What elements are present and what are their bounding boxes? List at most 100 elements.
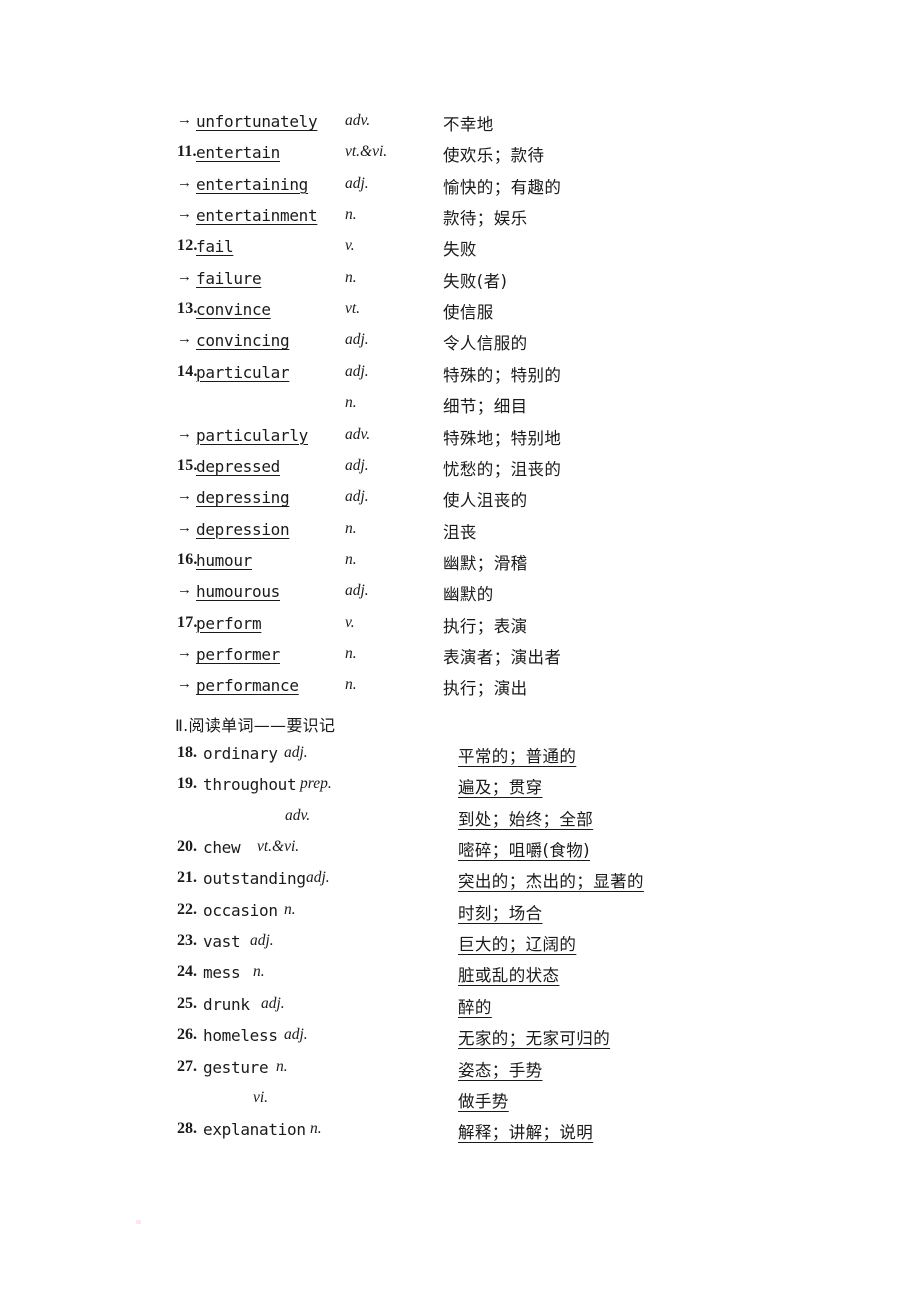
- chinese-meaning: 嘧碎；咀嚼(食物): [458, 841, 590, 861]
- part-of-speech: n.: [345, 206, 357, 224]
- part-of-speech: adv.: [285, 806, 311, 824]
- chinese-meaning: 表演者；演出者: [443, 647, 562, 667]
- part-of-speech: adj.: [284, 744, 308, 761]
- section-heading-reading-words: Ⅱ.阅读单词——要识记: [175, 716, 336, 735]
- scan-artifact: [136, 1220, 141, 1224]
- entry-number: 15.: [177, 456, 198, 474]
- part-of-speech: adj.: [345, 331, 369, 349]
- chinese-meaning: 细节；细目: [443, 397, 528, 417]
- entry-number: 12.: [177, 237, 198, 255]
- headword: homeless: [203, 1026, 278, 1046]
- word-entry-row: 17. perform v. 执行；表演: [0, 614, 920, 645]
- entry-number: 26.: [177, 1026, 197, 1044]
- part-of-speech: n.: [284, 900, 296, 918]
- part-of-speech: vt.&vi.: [345, 143, 388, 161]
- entry-number: 17.: [177, 613, 198, 631]
- word-entry-row: 19. throughout prep. 遍及；贯穿: [0, 775, 920, 806]
- part-of-speech: adj.: [261, 994, 285, 1012]
- headword: throughout: [203, 775, 297, 795]
- part-of-speech: n.: [345, 644, 357, 662]
- derivation-arrow-icon: →: [177, 331, 193, 348]
- derivation-arrow-icon: →: [177, 206, 193, 223]
- word-entry-row: → performance n. 执行；演出: [0, 676, 920, 707]
- headword: depressed: [196, 456, 280, 476]
- word-entry-row: 28. explanation n. 解释；讲解；说明: [0, 1120, 920, 1151]
- part-of-speech: n.: [345, 676, 357, 694]
- entry-number: 28.: [177, 1120, 197, 1138]
- word-entry-row: 20. chew vt.&vi. 嘧碎；咀嚼(食物): [0, 838, 920, 869]
- headword: convince: [196, 300, 271, 320]
- part-of-speech: n.: [345, 519, 357, 537]
- chinese-meaning: 执行；演出: [443, 679, 528, 699]
- word-entry-row: 24. mess n. 脏或乱的状态: [0, 963, 920, 994]
- headword: entertainment: [196, 206, 318, 226]
- entry-number: 21.: [177, 869, 197, 887]
- part-of-speech: adj.: [345, 362, 369, 380]
- part-of-speech: n.: [276, 1057, 288, 1075]
- derivation-arrow-icon: →: [177, 425, 193, 442]
- word-entry-row: 18. ordinary adj. 平常的；普通的: [0, 744, 920, 775]
- word-entry-row: 15. depressed adj. 忧愁的；沮丧的: [0, 457, 920, 488]
- headword: drunk: [203, 994, 250, 1014]
- word-entry-row: 16. humour n. 幽默；滑稽: [0, 551, 920, 582]
- word-entry-row: 13. convince vt. 使信服: [0, 300, 920, 331]
- part-of-speech: n.: [345, 550, 357, 568]
- chinese-meaning: 幽默的: [443, 585, 494, 605]
- part-of-speech: vt.: [345, 300, 361, 318]
- entry-number: 25.: [177, 994, 197, 1012]
- headword: depressing: [196, 488, 290, 508]
- derivation-arrow-icon: →: [177, 676, 193, 693]
- entry-number: 13.: [177, 300, 198, 318]
- word-entry-row: adv. 到处；始终；全部: [0, 807, 920, 838]
- chinese-meaning: 不幸地: [443, 115, 494, 134]
- headword: particularly: [196, 425, 308, 445]
- headword: unfortunately: [196, 112, 318, 131]
- chinese-meaning: 遍及；贯穿: [458, 778, 543, 798]
- derivation-arrow-icon: →: [177, 112, 193, 128]
- chinese-meaning: 做手势: [458, 1091, 509, 1111]
- word-entry-row: vi. 做手势: [0, 1089, 920, 1120]
- entry-number: 16.: [177, 550, 198, 568]
- part-of-speech: n.: [345, 394, 357, 412]
- word-entry-row: → depression n. 沮丧: [0, 520, 920, 551]
- chinese-meaning: 脏或乱的状态: [458, 966, 560, 986]
- chinese-meaning: 突出的；杰出的；显著的: [458, 872, 644, 892]
- part-of-speech: adv.: [345, 425, 371, 443]
- chinese-meaning: 使信服: [443, 303, 494, 323]
- chinese-meaning: 使欢乐；款待: [443, 146, 545, 166]
- part-of-speech: adv.: [345, 112, 371, 129]
- headword: failure: [196, 268, 262, 288]
- headword: mess: [203, 963, 241, 983]
- word-entry-row: 14. particular adj. 特殊的；特别的: [0, 363, 920, 394]
- headword: fail: [196, 237, 234, 257]
- word-entry-row: → performer n. 表演者；演出者: [0, 645, 920, 676]
- headword: entertain: [196, 143, 280, 163]
- part-of-speech: vi.: [253, 1088, 269, 1106]
- word-entry-row: → particularly adv. 特殊地；特别地: [0, 426, 920, 457]
- word-entry-row: → humourous adj. 幽默的: [0, 582, 920, 613]
- word-entry-row: → depressing adj. 使人沮丧的: [0, 488, 920, 519]
- word-entry-row: 23. vast adj. 巨大的；辽阔的: [0, 932, 920, 963]
- headword: depression: [196, 519, 290, 539]
- chinese-meaning: 巨大的；辽阔的: [458, 935, 577, 955]
- word-entry-row: 11. entertain vt.&vi. 使欢乐；款待: [0, 143, 920, 174]
- part-of-speech: adj.: [345, 488, 369, 506]
- chinese-meaning: 特殊地；特别地: [443, 428, 562, 448]
- derivation-arrow-icon: →: [177, 268, 193, 285]
- entry-number: 18.: [177, 744, 197, 761]
- derivation-arrow-icon: →: [177, 488, 193, 505]
- word-entry-row: 27. gesture n. 姿态；手势: [0, 1058, 920, 1089]
- headword: outstanding: [203, 869, 306, 889]
- headword: vast: [203, 932, 241, 952]
- word-entry-row: → entertainment n. 款待；娱乐: [0, 206, 920, 237]
- chinese-meaning: 特殊的；特别的: [443, 365, 562, 385]
- entry-number: 23.: [177, 932, 197, 950]
- chinese-meaning: 忧愁的；沮丧的: [443, 459, 562, 479]
- chinese-meaning: 醉的: [458, 997, 492, 1017]
- headword: particular: [196, 362, 290, 382]
- word-entry-row: n. 细节；细目: [0, 394, 920, 425]
- entry-number: 19.: [177, 775, 197, 793]
- part-of-speech: n.: [310, 1120, 322, 1138]
- chinese-meaning: 款待；娱乐: [443, 209, 528, 229]
- headword: performance: [196, 676, 299, 696]
